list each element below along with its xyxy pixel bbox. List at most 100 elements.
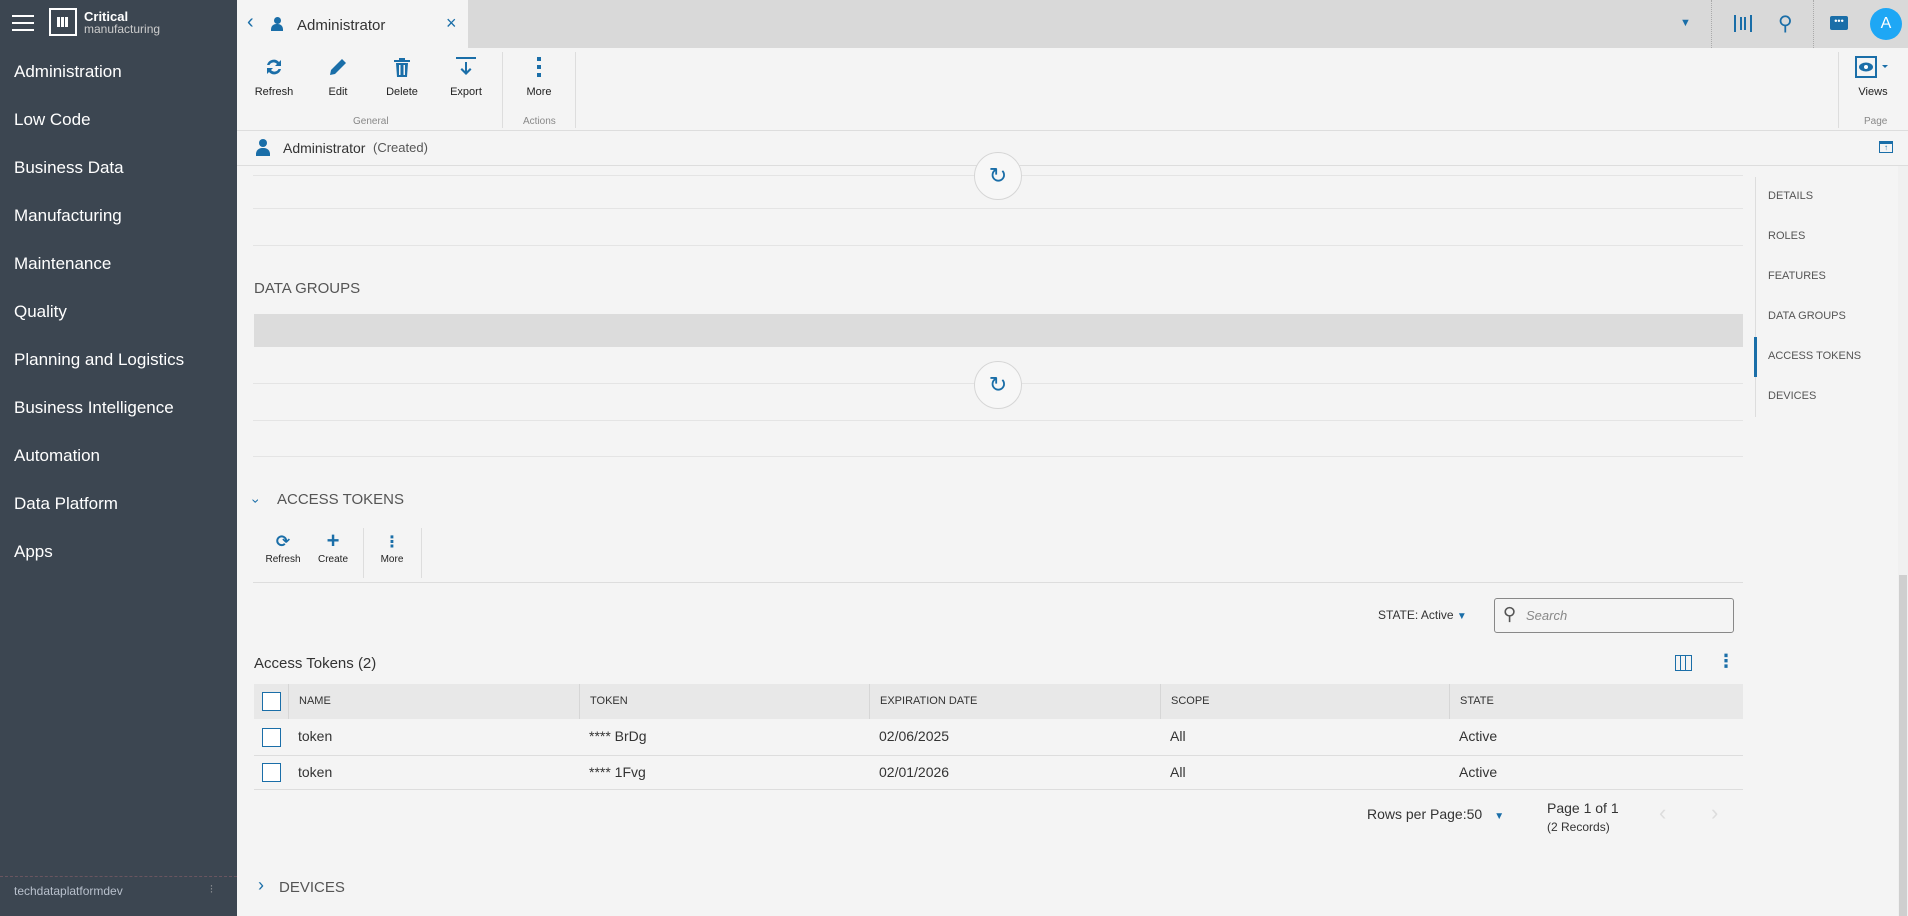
reload-icon: ↻ [988,372,1008,397]
pencil-icon [330,59,346,75]
cell-name: token [298,728,333,744]
edit-button[interactable]: Edit [308,56,368,98]
column-header-state[interactable]: STATE [1449,684,1743,719]
sidebar-item-bi[interactable]: Business Intelligence [14,398,174,418]
views-button[interactable]: Views [1843,56,1903,98]
cell-state: Active [1459,764,1498,780]
tab-administrator[interactable]: ‹ Administrator × [237,0,468,48]
edit-label: Edit [328,86,348,98]
nav-active-indicator [1754,337,1757,377]
signal-icon: ⫶ [210,884,213,896]
export-label: Export [450,86,482,98]
access-tokens-chevron-icon[interactable]: › [248,499,264,504]
data-groups-loading-bar [254,314,1743,347]
eye-icon [1855,56,1888,78]
nav-roles[interactable]: ROLES [1768,230,1805,242]
rows-per-page-select[interactable]: Rows per Page:50 ▼ [1367,806,1504,822]
group-actions-label: Actions [523,116,556,127]
cell-token: **** BrDg [589,728,647,744]
column-header-token[interactable]: TOKEN [579,684,869,719]
caret-down-icon: ▼ [1456,611,1467,622]
state-filter[interactable]: STATE: Active ▼ [1378,608,1467,622]
sidebar-item-apps[interactable]: Apps [14,542,53,562]
next-page-button[interactable]: › [1711,800,1718,826]
cell-token: **** 1Fvg [589,764,646,780]
tokens-refresh-label: Refresh [265,554,301,565]
tokens-refresh-button[interactable]: ⟳ Refresh [258,532,308,565]
sidebar-item-quality[interactable]: Quality [14,302,67,322]
plus-icon: + [326,528,340,553]
access-tokens-title[interactable]: ACCESS TOKENS [277,491,404,508]
sidebar-item-data-platform[interactable]: Data Platform [14,494,118,514]
environment-name: techdataplatformdev [14,884,123,898]
close-tab-icon[interactable]: × [446,13,457,34]
more-button[interactable]: More [509,56,569,98]
refresh-button[interactable]: Refresh [244,56,304,98]
cell-name: token [298,764,333,780]
scrollbar-thumb[interactable] [1899,575,1907,916]
refresh-icon: ⟳ [275,532,291,551]
export-icon [456,57,476,75]
reload-data-groups-button[interactable]: ↻ [974,361,1022,409]
data-groups-title: DATA GROUPS [254,280,361,297]
column-header-name[interactable]: NAME [288,684,579,719]
nav-features[interactable]: FEATURES [1768,270,1826,282]
record-count: (2 Records) [1547,820,1610,834]
nav-data-groups[interactable]: DATA GROUPS [1768,310,1846,322]
search-global-icon[interactable]: ⚲ [1778,11,1793,36]
barcode-icon[interactable] [1734,15,1752,32]
create-label: Create [317,554,348,565]
more-vertical-icon: ⋮ [384,534,400,551]
entity-name: Administrator [283,140,366,156]
sidebar-item-maintenance[interactable]: Maintenance [14,254,111,274]
grid-title: Access Tokens (2) [254,655,377,672]
sidebar-item-manufacturing[interactable]: Manufacturing [14,206,122,226]
group-page-label: Page [1864,116,1888,127]
tokens-more-button[interactable]: ⋮ More [367,532,417,565]
sidebar-item-business-data[interactable]: Business Data [14,158,124,178]
chat-icon[interactable]: ••• [1830,16,1848,30]
devices-chevron-icon[interactable]: › [258,875,264,896]
prev-page-button[interactable]: ‹ [1659,800,1666,826]
nav-access-tokens[interactable]: ACCESS TOKENS [1768,350,1861,362]
sidebar-item-administration[interactable]: Administration [14,62,122,82]
tabs-dropdown-icon[interactable]: ▼ [1680,17,1691,29]
logo-icon [49,8,77,36]
sidebar-item-automation[interactable]: Automation [14,446,100,466]
reload-button[interactable]: ↻ [974,152,1022,200]
nav-details[interactable]: DETAILS [1768,190,1813,202]
hamburger-menu-icon[interactable] [12,15,34,31]
search-icon: ⚲ [1503,604,1517,624]
row-checkbox[interactable] [262,728,281,747]
nav-devices[interactable]: DEVICES [1768,390,1816,402]
rows-per-page-label: Rows per Page:50 [1367,806,1483,822]
cell-scope: All [1170,764,1186,780]
sidebar-item-low-code[interactable]: Low Code [14,110,91,130]
columns-icon[interactable] [1675,655,1692,671]
refresh-label: Refresh [254,86,294,98]
devices-title[interactable]: DEVICES [279,879,345,896]
sidebar-item-planning[interactable]: Planning and Logistics [14,350,184,370]
delete-button[interactable]: Delete [372,56,432,98]
create-token-button[interactable]: + Create [308,528,358,566]
avatar[interactable]: A [1870,8,1902,40]
sidebar: Critical manufacturing Administration Lo… [0,0,237,916]
trash-icon [394,58,410,77]
refresh-icon [267,59,281,75]
page-indicator: Page 1 of 1 [1547,800,1619,816]
entity-user-icon [256,139,270,156]
row-checkbox[interactable] [262,763,281,782]
reload-icon: ↻ [988,163,1008,188]
column-header-expiration[interactable]: EXPIRATION DATE [869,684,1160,719]
search-input[interactable]: ⚲ Search [1494,598,1734,633]
grid-more-icon[interactable]: ⋮ [1717,651,1735,672]
select-all-checkbox[interactable] [262,692,281,711]
column-header-scope[interactable]: SCOPE [1160,684,1449,719]
cell-expiration: 02/01/2026 [879,764,950,780]
tab-bar [237,0,1908,48]
more-label: More [526,86,552,98]
collapse-header-icon[interactable]: ↑ [1879,141,1893,153]
tab-title: Administrator [297,17,386,34]
back-icon[interactable]: ‹ [247,11,254,34]
export-button[interactable]: Export [436,56,496,98]
